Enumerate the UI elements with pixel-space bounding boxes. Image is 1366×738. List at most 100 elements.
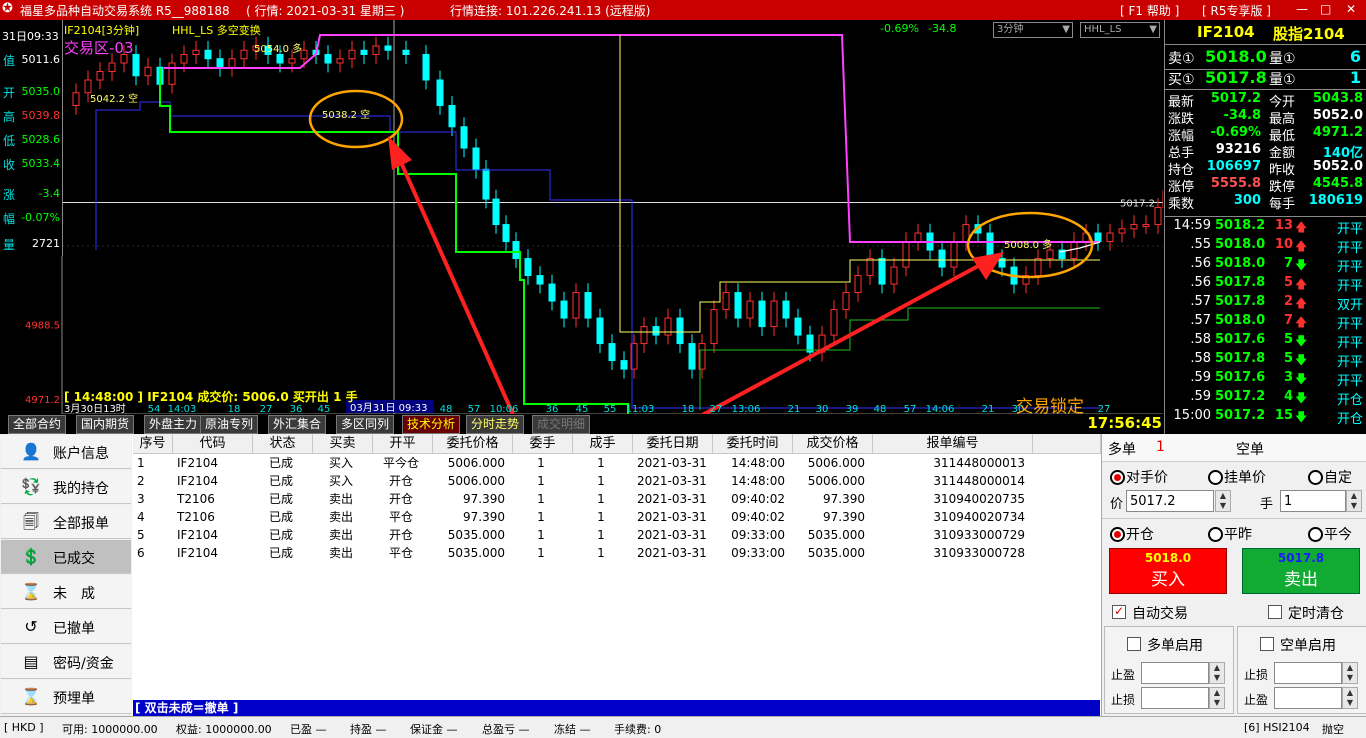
close-icon[interactable]: ✕ bbox=[1346, 2, 1356, 16]
short-tp-spinner[interactable]: ▲ ▼ bbox=[1342, 687, 1358, 709]
table-header[interactable]: 买卖 bbox=[313, 434, 373, 454]
sidebar-item[interactable]: 💲 已成交 bbox=[1, 540, 131, 574]
long-sl-spinner[interactable]: ▲ ▼ bbox=[1209, 687, 1225, 709]
sidebar-item[interactable]: ⌛ 未 成 bbox=[1, 575, 131, 609]
table-header[interactable]: 开平 bbox=[373, 434, 433, 454]
short-sl-input[interactable] bbox=[1274, 662, 1342, 684]
sidebar-item[interactable]: ↺ 已撤单 bbox=[1, 610, 131, 644]
price-spinner[interactable]: ▲ ▼ bbox=[1215, 490, 1231, 512]
table-row[interactable]: 5 IF2104 已成 卖出 开仓 5035.000 1 1 2021-03-31 09:33:0… bbox=[133, 526, 1033, 544]
stat-value: 4971.2 bbox=[1312, 125, 1363, 140]
long-enable-checkbox[interactable] bbox=[1127, 637, 1141, 651]
candle bbox=[758, 300, 766, 328]
table-cell: T2106 bbox=[177, 492, 215, 506]
sidebar-item-label: 已撤单 bbox=[53, 621, 95, 637]
stat-value: 5555.8 bbox=[1210, 176, 1261, 191]
table-header[interactable]: 报单编号 bbox=[873, 434, 1033, 454]
chart-tab[interactable]: 多区同列 bbox=[336, 415, 395, 434]
qty-spinner[interactable]: ▲ ▼ bbox=[1346, 490, 1362, 512]
table-cell: 97.390 bbox=[823, 510, 865, 524]
chart-tab[interactable]: 全部合约 bbox=[8, 415, 67, 434]
help-button[interactable]: [ F1 帮助 ] bbox=[1120, 2, 1179, 19]
arrow-up-icon: 🡅 bbox=[1295, 315, 1308, 329]
chart-tab[interactable]: 外盘主力 bbox=[144, 415, 203, 434]
sidebar-item[interactable]: ▤ 密码/资金 bbox=[1, 645, 131, 679]
open-radio[interactable] bbox=[1110, 527, 1125, 542]
short-sl-spinner[interactable]: ▲ ▼ bbox=[1342, 662, 1358, 684]
table-cell: 买入 bbox=[328, 456, 353, 470]
tick-time: .56 bbox=[1190, 275, 1211, 290]
app-logo-icon: ✪ bbox=[2, 1, 13, 16]
table-row[interactable]: 1 IF2104 已成 买入 平今仓 5006.000 1 1 2021-03-31 14:48:… bbox=[133, 454, 1033, 472]
minimize-icon[interactable]: — bbox=[1296, 2, 1308, 16]
bar-info-row: 量 2721 bbox=[0, 232, 62, 256]
short-tp-input[interactable] bbox=[1274, 687, 1342, 709]
table-row[interactable]: 4 T2106 已成 卖出 平仓 97.390 1 1 2021-03-31 09:40:02 97… bbox=[133, 508, 1033, 526]
sidebar-item[interactable]: 🗐 全部报单 bbox=[1, 505, 131, 539]
sidebar-item[interactable]: 💱 我的持仓 bbox=[1, 470, 131, 504]
table-header[interactable]: 代码 bbox=[173, 434, 253, 454]
long-tp-spinner[interactable]: ▲ ▼ bbox=[1209, 662, 1225, 684]
quote-panel: IF2104 股指2104 卖① 5018.0 量① 6 买① 5017.8 量… bbox=[1164, 20, 1366, 434]
limit-price-radio[interactable] bbox=[1208, 470, 1223, 485]
table-header[interactable]: 委托价格 bbox=[433, 434, 513, 454]
long-sl-input[interactable] bbox=[1141, 687, 1209, 709]
short-enable-checkbox[interactable] bbox=[1260, 637, 1274, 651]
qty-input[interactable]: 1 bbox=[1280, 490, 1346, 512]
candle bbox=[216, 58, 224, 68]
candle bbox=[502, 224, 510, 243]
chart-tab[interactable]: 国内期货 bbox=[76, 415, 135, 434]
quote-stat-row: 总手 93216 金额 140亿 bbox=[1165, 142, 1366, 161]
table-cell: 4 bbox=[137, 510, 145, 524]
chart-tab[interactable]: 成交明细 bbox=[532, 415, 591, 434]
candlestick-chart[interactable]: 4988.5 4971.2 5017.2 5054.0 多 5042.2 空 5038.2… bbox=[0, 20, 1163, 434]
price-input[interactable]: 5017.2 bbox=[1126, 490, 1214, 512]
price-axis-label: 4971.2 bbox=[25, 395, 60, 406]
period-select[interactable]: 3分钟 ▼ bbox=[993, 22, 1073, 38]
tick-type: 双开 bbox=[1336, 298, 1363, 313]
maximize-icon[interactable]: □ bbox=[1320, 2, 1331, 16]
tick-row: .58 5017.8 5 🡇 开平 bbox=[1165, 351, 1366, 370]
buy-button[interactable]: 5018.0 买入 bbox=[1109, 548, 1227, 594]
counter-price-radio[interactable] bbox=[1110, 470, 1125, 485]
table-header[interactable]: 委托日期 bbox=[633, 434, 713, 454]
table-cell: 5035.000 bbox=[447, 528, 505, 542]
long-tp-input[interactable] bbox=[1141, 662, 1209, 684]
status-action[interactable]: 抛空 bbox=[1322, 721, 1344, 737]
table-row[interactable]: 2 IF2104 已成 买入 开仓 5006.000 1 1 2021-03-31 14:48:0… bbox=[133, 472, 1033, 490]
tick-row: .56 5017.8 5 🡅 开平 bbox=[1165, 275, 1366, 294]
bar-info-key: 值 bbox=[3, 54, 16, 68]
stat-value: 5052.0 bbox=[1312, 159, 1363, 174]
table-header[interactable]: 委托时间 bbox=[713, 434, 793, 454]
chart-tab[interactable]: 原油专列 bbox=[200, 415, 259, 434]
table-header[interactable]: 序号 bbox=[133, 434, 173, 454]
table-header[interactable]: 成交价格 bbox=[793, 434, 873, 454]
custom-price-radio[interactable] bbox=[1308, 470, 1323, 485]
tick-type: 开平 bbox=[1336, 260, 1363, 275]
short-label: 空单 bbox=[1236, 442, 1264, 458]
table-header[interactable]: 委手 bbox=[513, 434, 573, 454]
table-row[interactable]: 6 IF2104 已成 卖出 平仓 5035.000 1 1 2021-03-31 09:33:0… bbox=[133, 544, 1033, 562]
filled-orders-table[interactable]: 序号 代码 状态 买卖 开平 委托价格 委手 成手 委托日期 委托时间 成交价格 报单编号 1 IF210… bbox=[133, 434, 1101, 700]
indicator-select[interactable]: HHL_LS ▼ bbox=[1080, 22, 1160, 38]
tick-volume: 7 bbox=[1283, 256, 1293, 271]
candle bbox=[168, 62, 176, 85]
table-cell: 310933000729 bbox=[933, 528, 1025, 542]
close-yesterday-radio[interactable] bbox=[1208, 527, 1223, 542]
table-header[interactable]: 成手 bbox=[573, 434, 633, 454]
close-today-radio[interactable] bbox=[1308, 527, 1323, 542]
sidebar-item[interactable]: ⌛ 预埋单 bbox=[1, 680, 131, 714]
auto-trade-checkbox[interactable]: ✓ bbox=[1112, 605, 1126, 619]
chart-tab[interactable]: 外汇集合 bbox=[268, 415, 327, 434]
tick-price: 5018.2 bbox=[1215, 218, 1266, 233]
bar-info-value: 5033.4 bbox=[21, 157, 61, 170]
tick-list[interactable]: 14:59 5018.2 13 🡅 开平 .55 5018.0 10 🡅 开平 .56 5018.0 7… bbox=[1165, 218, 1366, 430]
table-header[interactable]: 状态 bbox=[253, 434, 313, 454]
sidebar-item[interactable]: 👤 账户信息 bbox=[1, 435, 131, 469]
sell-button[interactable]: 5017.8 卖出 bbox=[1242, 548, 1360, 594]
chart-tab[interactable]: 技术分析 bbox=[402, 415, 461, 434]
clock: 17:56:45 bbox=[1084, 414, 1162, 432]
chart-tab[interactable]: 分时走势 bbox=[466, 415, 525, 434]
table-row[interactable]: 3 T2106 已成 卖出 开仓 97.390 1 1 2021-03-31 09:40:02 97… bbox=[133, 490, 1033, 508]
timed-clear-checkbox[interactable] bbox=[1268, 605, 1282, 619]
